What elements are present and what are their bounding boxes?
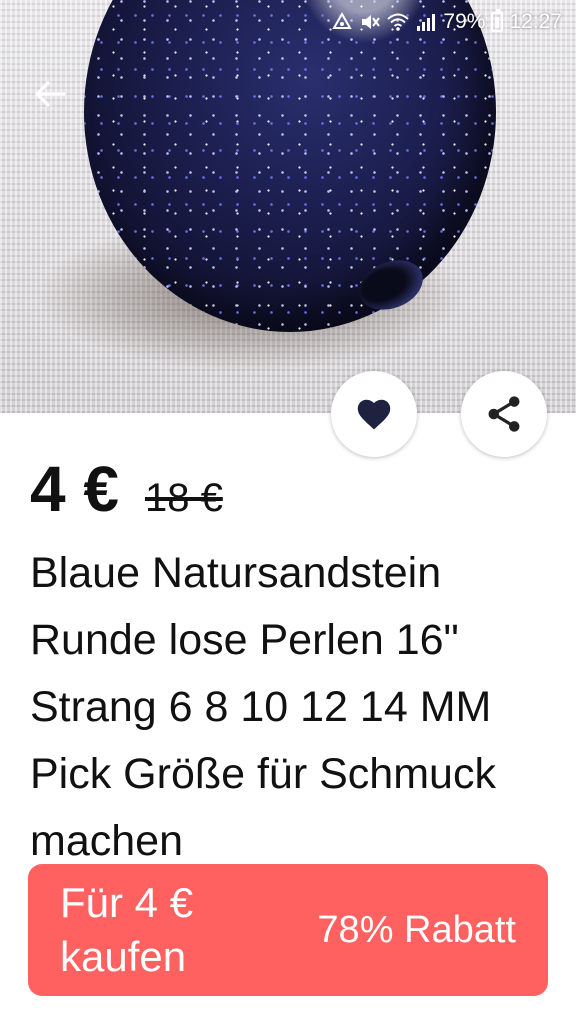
price-row: 4 € 18 €: [30, 452, 223, 526]
wifi-icon: [387, 11, 410, 33]
current-price: 4 €: [30, 453, 119, 525]
share-button[interactable]: [461, 371, 547, 457]
battery-percent: 79%: [443, 10, 486, 33]
product-title: Blaue Natursandstein Runde lose Perlen 1…: [30, 549, 496, 865]
arrow-left-icon: [35, 81, 66, 107]
buy-label: Für 4 € kaufen: [60, 879, 194, 980]
share-icon: [488, 396, 520, 432]
mute-icon: [359, 11, 381, 33]
buy-button[interactable]: Für 4 € kaufen 78% Rabatt: [28, 864, 548, 996]
discount-label: 78% Rabatt: [317, 908, 516, 951]
product-image[interactable]: [0, 0, 576, 413]
clock: 12:27: [509, 10, 562, 33]
battery-icon: [491, 9, 504, 32]
heart-icon: [357, 399, 391, 430]
data-saver-icon: [331, 11, 353, 33]
back-button[interactable]: [28, 72, 72, 116]
favorite-button[interactable]: [331, 371, 417, 457]
signal-icon: [415, 11, 437, 33]
status-bar: 79% 12:27: [331, 8, 562, 36]
original-price: 18 €: [144, 476, 223, 520]
